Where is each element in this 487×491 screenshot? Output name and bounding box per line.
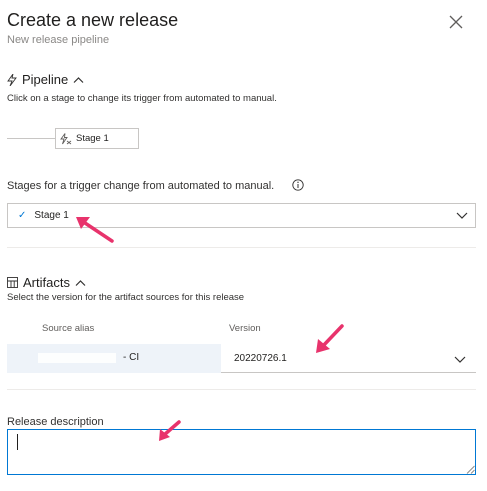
check-icon: ✓ <box>18 210 27 221</box>
text-caret <box>17 434 18 450</box>
section-divider <box>7 247 476 248</box>
version-value: 20220726.1 <box>234 352 287 364</box>
pipeline-header[interactable]: Pipeline <box>7 72 84 87</box>
description-label: Release description <box>7 416 104 428</box>
section-divider <box>7 389 476 390</box>
source-alias-suffix: - CI <box>123 352 140 363</box>
chevron-up-icon[interactable] <box>73 76 84 84</box>
version-dropdown[interactable]: 20220726.1 <box>221 344 476 373</box>
column-header-version: Version <box>229 323 261 334</box>
pipeline-help: Click on a stage to change its trigger f… <box>7 93 277 104</box>
artifacts-heading: Artifacts <box>23 275 70 290</box>
resize-grip-icon[interactable] <box>466 465 475 474</box>
chevron-up-icon[interactable] <box>75 279 86 287</box>
pipeline-heading: Pipeline <box>22 72 69 87</box>
dialog-title: Create a new release <box>7 10 179 30</box>
release-description-input[interactable] <box>7 429 476 475</box>
chevron-down-icon <box>454 356 466 363</box>
chevron-down-icon <box>456 212 468 219</box>
close-icon[interactable] <box>447 13 465 31</box>
lightning-icon <box>7 73 17 86</box>
artifact-grid-icon <box>7 277 18 288</box>
stage-label: Stage 1 <box>76 133 109 144</box>
stages-dropdown[interactable]: ✓ Stage 1 <box>7 203 476 228</box>
info-icon[interactable] <box>292 179 304 191</box>
stages-dropdown-value: Stage 1 <box>34 210 69 221</box>
source-alias-redacted <box>38 353 116 363</box>
column-header-source-alias: Source alias <box>42 323 95 334</box>
stage-trigger-icon <box>60 132 72 144</box>
trigger-label: Stages for a trigger change from automat… <box>7 180 275 192</box>
stage-1-node[interactable]: Stage 1 <box>55 128 139 149</box>
dialog-subtitle: New release pipeline <box>7 34 110 46</box>
artifacts-help: Select the version for the artifact sour… <box>7 292 245 303</box>
artifacts-header[interactable]: Artifacts <box>7 275 86 290</box>
stage-connector <box>7 138 55 139</box>
